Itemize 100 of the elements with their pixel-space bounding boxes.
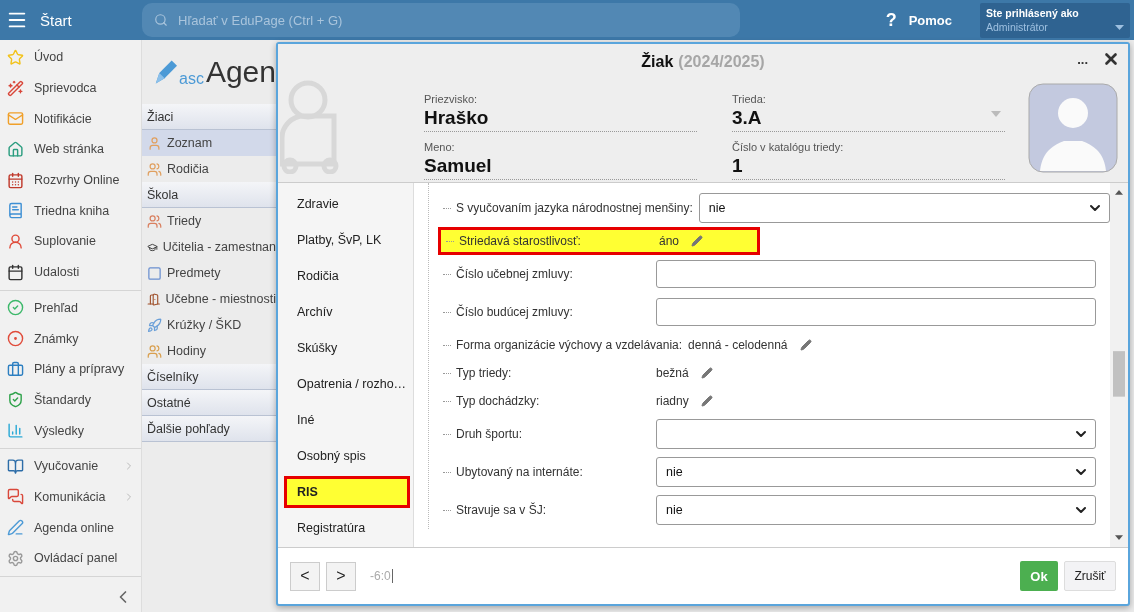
dialog-tab[interactable]: Platby, ŠvP, LK — [284, 224, 410, 256]
sidebar-item[interactable]: Triedna kniha — [0, 195, 141, 227]
sidebar-item[interactable]: Prehľad — [0, 292, 141, 324]
sidebar-item[interactable]: Agenda online — [0, 512, 141, 543]
dialog-tab[interactable]: Rodičia — [284, 260, 410, 292]
sidebar-item[interactable]: Ovládací panel — [0, 543, 141, 574]
field-label: Typ triedy: — [456, 366, 513, 380]
next-button[interactable]: > — [326, 561, 356, 591]
sidebar-item[interactable]: Vyučovanie — [0, 450, 141, 482]
sidebar-item[interactable]: Notifikácie — [0, 103, 141, 135]
dialog-tab[interactable]: Registratúra — [284, 512, 410, 544]
section-header[interactable]: Ďalšie pohľady — [142, 416, 276, 442]
settings-icon — [7, 549, 24, 567]
people-icon — [147, 213, 162, 229]
field-value: riadny — [656, 394, 689, 408]
field-label: Typ dochádzky: — [456, 394, 541, 408]
people-icon — [147, 161, 162, 177]
circle-icon — [7, 330, 24, 348]
panel-item[interactable]: Zoznam — [142, 130, 276, 156]
dialog-tab[interactable]: Opatrenia / rozho… — [284, 368, 410, 400]
panel-item[interactable]: Učebne - miestnosti — [142, 286, 276, 312]
field-label: Striedavá starostlivosť: — [459, 234, 582, 248]
rocket-icon — [147, 317, 162, 333]
user-menu[interactable]: Ste prihlásený ako Administrátor — [980, 2, 1130, 38]
select-field[interactable] — [656, 419, 1096, 449]
field-value: áno — [659, 234, 680, 248]
panel-item[interactable]: Predmety — [142, 260, 276, 286]
house-icon — [7, 140, 24, 158]
cancel-button[interactable]: Zrušiť — [1064, 561, 1116, 591]
dialog-tab[interactable]: RIS — [284, 476, 410, 508]
header-field[interactable]: Číslo v katalógu triedy: 1 — [732, 132, 1005, 180]
envelope-icon — [7, 110, 24, 128]
wand-icon — [7, 79, 24, 97]
panel-item[interactable]: Hodiny — [142, 338, 276, 364]
pencil-icon[interactable] — [691, 235, 704, 247]
pencil-icon[interactable] — [799, 339, 812, 351]
section-header[interactable]: Ostatné — [142, 390, 276, 416]
dialog-tab[interactable]: Iné — [284, 404, 410, 436]
chat-icon — [7, 488, 24, 506]
pencil-icon[interactable] — [700, 367, 713, 379]
more-button[interactable]: ... — [1077, 51, 1088, 67]
field-label: Číslo budúcej zmluvy: — [456, 305, 574, 319]
header-field[interactable]: Priezvisko: Hraško — [424, 84, 697, 132]
sidebar-item[interactable]: Rozvrhy Online — [0, 164, 141, 196]
field-value: denná - celodenná — [688, 338, 788, 352]
sidebar-item[interactable]: Známky — [0, 323, 141, 354]
sidebar-item[interactable]: Štandardy — [0, 384, 141, 416]
section-header[interactable]: Žiaci — [142, 104, 276, 130]
dialog-tab[interactable]: Zdravie — [284, 188, 410, 220]
field-label: Ubytovaný na internáte: — [456, 465, 584, 479]
input-field[interactable] — [656, 298, 1096, 326]
sidebar-item[interactable]: Výsledky — [0, 415, 141, 446]
field-value: bežná — [656, 366, 689, 380]
panel-item[interactable]: Učitelia - zamestnan — [142, 234, 276, 260]
field-label: S vyučovaním jazyka národnostnej menšiny: — [456, 201, 693, 215]
briefcase-icon — [7, 360, 24, 378]
select-field[interactable]: nie — [656, 457, 1096, 487]
sidebar-item[interactable]: Plány a prípravy — [0, 353, 141, 385]
field-label: Číslo učebnej zmluvy: — [456, 267, 574, 281]
calendar-icon — [7, 263, 24, 281]
section-header[interactable]: Škola — [142, 182, 276, 208]
logo-prefix: asc — [179, 70, 204, 88]
dialog-tab[interactable]: Osobný spis — [284, 440, 410, 472]
close-button[interactable] — [1102, 50, 1120, 68]
sidebar-item[interactable]: Úvod — [0, 42, 141, 73]
pencil-icon[interactable] — [700, 395, 713, 407]
person-icon — [147, 135, 162, 151]
check-circle-icon — [7, 299, 24, 317]
sidebar-item[interactable]: Web stránka — [0, 134, 141, 165]
open-book-icon — [7, 457, 24, 475]
star-icon — [7, 48, 24, 66]
sidebar-item[interactable]: Suplovanie — [0, 226, 141, 257]
header-field[interactable]: Meno: Samuel — [424, 132, 697, 180]
sidebar-item[interactable]: Komunikácia — [0, 481, 141, 513]
panel-item[interactable]: Rodičia — [142, 156, 276, 182]
person-icon — [7, 232, 24, 250]
dialog-title: Žiak (2024/2025) — [641, 53, 765, 71]
search-icon — [154, 13, 168, 27]
bar-chart-icon — [7, 422, 24, 440]
select-field[interactable]: nie — [698, 193, 1110, 223]
menu-button[interactable]: Štart — [0, 0, 142, 40]
help-button[interactable]: ? Pomoc — [879, 8, 958, 32]
input-field[interactable] — [656, 260, 1096, 288]
section-header[interactable]: Číselníky — [142, 364, 276, 390]
scrollbar[interactable] — [1110, 183, 1128, 547]
shield-icon — [7, 391, 24, 409]
dialog-tab[interactable]: Archív — [284, 296, 410, 328]
door-icon — [147, 291, 161, 307]
dialog-tab[interactable]: Skúšky — [284, 332, 410, 364]
panel-item[interactable]: Triedy — [142, 208, 276, 234]
logo-name: Agen — [205, 55, 276, 89]
sidebar-item[interactable]: Udalosti — [0, 256, 141, 288]
field-label: Stravuje sa v ŠJ: — [456, 503, 548, 517]
caret-icon — [1115, 24, 1124, 30]
sidebar-item[interactable]: Sprievodca — [0, 72, 141, 104]
field-label: Druh športu: — [456, 427, 524, 441]
select-field[interactable]: nie — [656, 495, 1096, 525]
panel-item[interactable]: Krúžky / ŠKD — [142, 312, 276, 338]
previous-button[interactable]: < — [290, 561, 320, 591]
header-field[interactable]: Trieda: 3.A — [732, 84, 1005, 132]
